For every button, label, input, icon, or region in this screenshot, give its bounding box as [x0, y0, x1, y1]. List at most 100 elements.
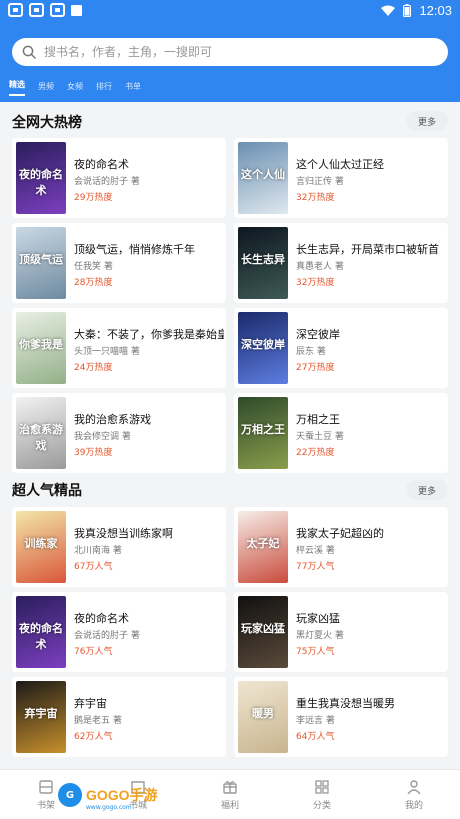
book-author: 会说话的肘子 著: [74, 177, 140, 187]
app-notification-icon: [29, 3, 44, 17]
book-author: 任我笑 著: [74, 262, 113, 272]
book-author: 北川南海 著: [74, 546, 122, 556]
book-card[interactable]: 这个人仙 这个人仙太过正经 言归正传 著 32万热度: [234, 138, 448, 218]
book-cover[interactable]: 万相之王: [238, 397, 288, 469]
book-card[interactable]: 训练家 我真没想当训练家啊北川南海 著 67万人气: [12, 507, 226, 587]
book-card[interactable]: 万相之王 万相之王 天蚕土豆 著 22万热度: [234, 393, 448, 473]
tab-booklist[interactable]: 书单: [125, 81, 141, 96]
book-cover[interactable]: 太子妃: [238, 511, 288, 583]
book-cover-title: 这个人仙: [241, 168, 285, 181]
more-button[interactable]: 更多: [406, 111, 448, 131]
book-cover-title: 夜的命名术: [19, 168, 63, 197]
book-title[interactable]: 万相之王: [296, 411, 446, 427]
book-cover[interactable]: 夜的命名术: [16, 142, 66, 214]
nav-label: 我的: [404, 800, 423, 811]
book-card[interactable]: 夜的命名术 夜的命名术 会说话的肘子 著 29万热度: [12, 138, 226, 218]
book-cover[interactable]: 玩家凶猛: [238, 596, 288, 668]
book-title[interactable]: 夜的命名术: [74, 610, 224, 626]
nav-profile[interactable]: 我的: [368, 770, 460, 819]
nav-welfare[interactable]: 福利: [184, 770, 276, 819]
book-cover[interactable]: 长生志异: [238, 227, 288, 299]
book-title[interactable]: 重生我真没想当暖男: [296, 695, 446, 711]
book-title[interactable]: 我家太子妃超凶的: [296, 525, 446, 541]
search-bar[interactable]: [12, 38, 448, 66]
book-title[interactable]: 长生志异，开局菜市口被斩首: [296, 241, 446, 257]
book-cover[interactable]: 治愈系游戏: [16, 397, 66, 469]
book-popularity: 24万热度: [74, 363, 113, 373]
book-cover-title: 太子妃: [246, 537, 280, 550]
book-cover[interactable]: 这个人仙: [238, 142, 288, 214]
book-card[interactable]: 你爹我是 大秦：不装了，你爹我是秦始皇 头顶一只喵喵 著 24万热度: [12, 308, 226, 388]
book-author: 我会修空调 著: [74, 432, 131, 442]
book-card[interactable]: 顶级气运 顶级气运，悄悄修炼千年 任我笑 著 28万热度: [12, 223, 226, 303]
book-popularity: 62万人气: [74, 732, 113, 742]
search-input[interactable]: [44, 45, 424, 59]
grid-icon: [315, 779, 329, 794]
book-cover-title: 训练家: [24, 537, 58, 550]
book-cover[interactable]: 训练家: [16, 511, 66, 583]
more-button[interactable]: 更多: [406, 480, 448, 500]
book-popularity: 27万热度: [296, 363, 335, 373]
book-title[interactable]: 我真没想当训练家啊: [74, 525, 224, 541]
book-cover-title: 顶级气运: [19, 253, 63, 266]
book-title[interactable]: 夜的命名术: [74, 156, 224, 172]
book-card[interactable]: 太子妃 我家太子妃超凶的 枰云溪 著 77万人气: [234, 507, 448, 587]
book-card[interactable]: 弃宇宙 弃宇宙 鹅是老五 著 62万人气: [12, 677, 226, 757]
status-notifications: [8, 3, 82, 17]
book-title[interactable]: 深空彼岸: [296, 326, 446, 342]
app-header: 12:03 精选 男频 女频 排行 书单: [0, 0, 460, 102]
book-cover[interactable]: 暖男: [238, 681, 288, 753]
book-card[interactable]: 玩家凶猛 玩家凶猛 黑灯夏火 著 75万人气: [234, 592, 448, 672]
book-author: 辰东 著: [296, 347, 326, 357]
book-cover[interactable]: 深空彼岸: [238, 312, 288, 384]
status-right: 12:03: [381, 3, 452, 18]
watermark-brand-1: GOGO: [86, 787, 130, 803]
watermark: G GOGO手游 www.gogo.com: [58, 780, 158, 811]
bookshelf-icon: [39, 779, 53, 794]
book-cover-title: 长生志异: [241, 253, 285, 266]
book-card[interactable]: 长生志异 长生志异，开局菜市口被斩首 真愚老人 著 32万热度: [234, 223, 448, 303]
book-cover-title: 万相之王: [241, 423, 285, 436]
nav-label: 福利: [220, 800, 239, 811]
tab-ranking[interactable]: 排行: [96, 81, 112, 96]
book-popularity: 67万人气: [74, 562, 113, 572]
book-cover-title: 弃宇宙: [24, 707, 58, 720]
book-cover[interactable]: 夜的命名术: [16, 596, 66, 668]
watermark-brand-2: 手游: [129, 787, 158, 803]
book-popularity: 64万人气: [296, 732, 335, 742]
watermark-url: www.gogo.com: [86, 804, 132, 811]
nav-category[interactable]: 分类: [276, 770, 368, 819]
book-cover[interactable]: 你爹我是: [16, 312, 66, 384]
book-author: 鹅是老五 著: [74, 716, 122, 726]
book-title[interactable]: 我的治愈系游戏: [74, 411, 224, 427]
book-author: 会说话的肘子 著: [74, 631, 140, 641]
book-cover[interactable]: 顶级气运: [16, 227, 66, 299]
book-popularity: 29万热度: [74, 193, 113, 203]
app-notification-icon: [8, 3, 23, 17]
book-title[interactable]: 弃宇宙: [74, 695, 224, 711]
tab-male[interactable]: 男频: [38, 81, 54, 96]
section-title: 全网大热榜: [12, 115, 82, 131]
book-author: 黑灯夏火 著: [296, 631, 344, 641]
book-title[interactable]: 玩家凶猛: [296, 610, 446, 626]
book-card[interactable]: 深空彼岸 深空彼岸辰东 著 27万热度: [234, 308, 448, 388]
nav-label: 书架: [36, 800, 55, 811]
book-title[interactable]: 顶级气运，悄悄修炼千年: [74, 241, 224, 257]
book-title[interactable]: 这个人仙太过正经: [296, 156, 446, 172]
book-card[interactable]: 夜的命名术 夜的命名术 会说话的肘子 著 76万人气: [12, 592, 226, 672]
book-cover-title: 治愈系游戏: [19, 423, 63, 452]
content-area[interactable]: 全网大热榜 更多 夜的命名术 夜的命名术 会说话的肘子 著 29万热度 这个人仙 这个人仙…: [0, 102, 460, 769]
status-time: 12:03: [419, 3, 452, 18]
book-cover-title: 深空彼岸: [241, 338, 285, 351]
book-card[interactable]: 暖男 重生我真没想当暖男 李远言 著 64万人气: [234, 677, 448, 757]
book-card[interactable]: 治愈系游戏 我的治愈系游戏 我会修空调 著 39万热度: [12, 393, 226, 473]
book-cover-title: 你爹我是: [19, 338, 63, 351]
tab-female[interactable]: 女频: [67, 81, 83, 96]
book-cover[interactable]: 弃宇宙: [16, 681, 66, 753]
book-title[interactable]: 大秦：不装了，你爹我是秦始皇: [74, 326, 224, 342]
tab-featured[interactable]: 精选: [9, 79, 25, 96]
app-notification-icon: [50, 3, 65, 17]
battery-icon: [403, 4, 412, 17]
search-icon: [22, 45, 36, 59]
watermark-logo: G: [58, 783, 82, 807]
